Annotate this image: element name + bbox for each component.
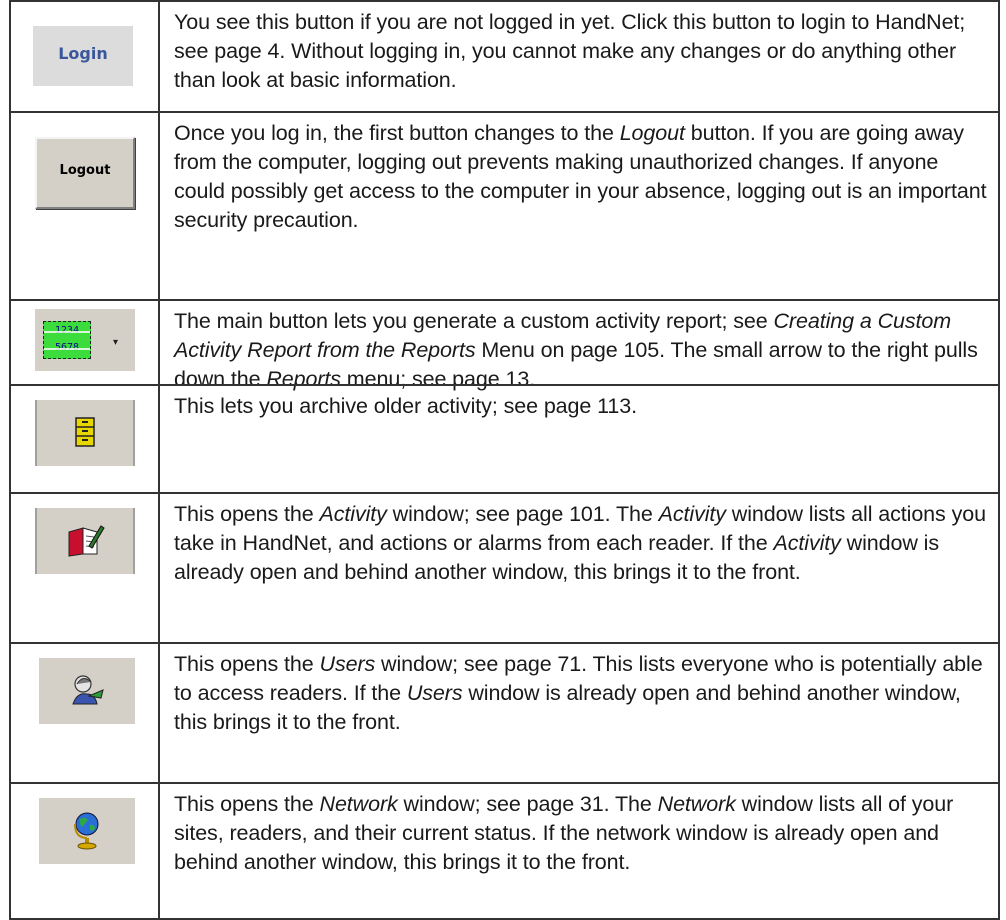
icon-cell — [11, 386, 160, 492]
row-description: This opens the Network window; see page … — [174, 792, 954, 874]
row-description: This opens the Activity window; see page… — [174, 502, 986, 584]
icon-cell: Login — [11, 2, 160, 111]
row-description: This opens the Users window; see page 71… — [174, 652, 983, 734]
activity-book-icon — [68, 525, 105, 557]
icon-cell: Logout — [11, 113, 160, 299]
login-button[interactable]: Login — [33, 26, 133, 86]
network-globe-icon — [74, 812, 99, 850]
table-row: Login You see this button if you are not… — [11, 0, 998, 111]
login-button-label: Login — [58, 44, 108, 63]
network-button[interactable] — [39, 798, 135, 864]
users-button[interactable] — [39, 658, 135, 724]
archive-button[interactable] — [35, 400, 135, 466]
users-person-icon — [72, 675, 104, 705]
icon-cell: 1234 5678 ▾ — [11, 301, 160, 384]
activity-button[interactable] — [35, 508, 135, 574]
table-row: Logout Once you log in, the first button… — [11, 111, 998, 299]
row-description: This lets you archive older activity; se… — [174, 394, 637, 418]
logout-button[interactable]: Logout — [35, 137, 135, 209]
table-row: This opens the Network window; see page … — [11, 782, 998, 920]
custom-report-button[interactable]: 1234 5678 ▾ — [35, 309, 135, 371]
icon-cell — [11, 644, 160, 782]
row-description: Once you log in, the first button change… — [174, 121, 987, 232]
toolbar-reference-table: Login You see this button if you are not… — [9, 0, 1000, 920]
icon-cell — [11, 784, 160, 918]
table-row: This opens the Activity window; see page… — [11, 492, 998, 642]
table-row: This lets you archive older activity; se… — [11, 384, 998, 492]
row-description: You see this button if you are not logge… — [174, 10, 966, 92]
table-row: 1234 5678 ▾ The main button lets you gen… — [11, 299, 998, 391]
reports-menu-arrow-icon[interactable]: ▾ — [113, 337, 118, 348]
table-row: This opens the Users window; see page 71… — [11, 642, 998, 782]
icon-cell — [11, 494, 160, 642]
row-description: The main button lets you generate a cust… — [174, 309, 978, 391]
logout-button-label: Logout — [59, 163, 111, 178]
report-icon: 1234 5678 — [43, 321, 91, 359]
archive-cabinet-icon — [75, 417, 95, 447]
